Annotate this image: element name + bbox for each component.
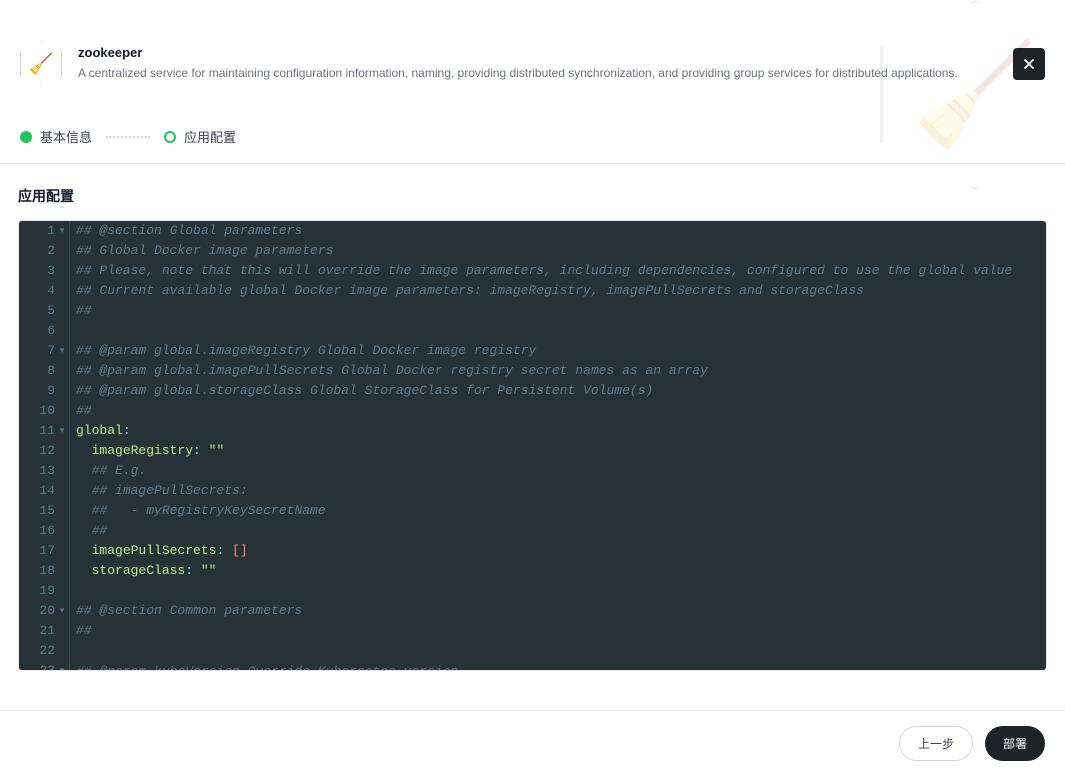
step-dot-outline-icon bbox=[164, 131, 176, 143]
gutter-line: 3 bbox=[27, 261, 67, 281]
gutter-line: 21 bbox=[27, 621, 67, 641]
code-line[interactable]: ## @param global.imagePullSecrets Global… bbox=[76, 361, 1040, 381]
app-description: A centralized service for maintaining co… bbox=[78, 64, 1045, 82]
fold-marker-icon[interactable]: ▾ bbox=[57, 421, 67, 441]
code-line[interactable]: ## - myRegistryKeySecretName bbox=[76, 501, 1040, 521]
gutter-line: 4 bbox=[27, 281, 67, 301]
gutter-line: 6 bbox=[27, 321, 67, 341]
gutter-line: 13 bbox=[27, 461, 67, 481]
step-label: 应用配置 bbox=[184, 127, 236, 146]
code-line[interactable]: imagePullSecrets: [] bbox=[76, 541, 1040, 561]
gutter-line: 5 bbox=[27, 301, 67, 321]
header: 🧹 zookeeper A centralized service for ma… bbox=[0, 0, 1065, 107]
code-line[interactable]: ## bbox=[76, 401, 1040, 421]
yaml-editor[interactable]: 1▾234567▾891011▾121314151617181920▾21222… bbox=[19, 221, 1046, 670]
code-line[interactable]: ## Global Docker image parameters bbox=[76, 241, 1040, 261]
steps-nav: 基本信息 应用配置 bbox=[0, 107, 1065, 164]
code-line[interactable]: ## bbox=[76, 521, 1040, 541]
code-line[interactable]: ## @param kubeVersion Override Kubernete… bbox=[76, 662, 1040, 670]
gutter-line: 22 bbox=[27, 641, 67, 661]
close-icon bbox=[1020, 55, 1038, 73]
gutter-line: 16 bbox=[27, 521, 67, 541]
gutter-line: 14 bbox=[27, 481, 67, 501]
gutter-line: 18 bbox=[27, 561, 67, 581]
step-label: 基本信息 bbox=[40, 127, 92, 146]
step-divider-icon bbox=[106, 136, 150, 138]
code-line[interactable]: imageRegistry: "" bbox=[76, 441, 1040, 461]
code-line[interactable]: ## @section Common parameters bbox=[76, 601, 1040, 621]
gutter-line: 7▾ bbox=[27, 341, 67, 361]
code-line[interactable] bbox=[76, 321, 1040, 341]
fold-marker-icon[interactable]: ▾ bbox=[57, 341, 67, 361]
step-basic-info[interactable]: 基本信息 bbox=[20, 127, 92, 146]
code-line[interactable]: ## imagePullSecrets: bbox=[76, 481, 1040, 501]
code-line[interactable] bbox=[76, 581, 1040, 601]
editor-gutter: 1▾234567▾891011▾121314151617181920▾21222… bbox=[19, 221, 70, 670]
editor-container: 1▾234567▾891011▾121314151617181920▾21222… bbox=[18, 220, 1047, 671]
gutter-line: 17 bbox=[27, 541, 67, 561]
code-line[interactable]: ## @section Global parameters bbox=[76, 221, 1040, 241]
code-line[interactable]: ## bbox=[76, 301, 1040, 321]
gutter-line: 11▾ bbox=[27, 421, 67, 441]
gutter-line: 23▾ bbox=[27, 661, 67, 670]
gutter-line: 20▾ bbox=[27, 601, 67, 621]
code-line[interactable]: ## bbox=[76, 621, 1040, 641]
code-line[interactable]: global: bbox=[76, 421, 1040, 441]
gutter-line: 9 bbox=[27, 381, 67, 401]
gutter-line: 8 bbox=[27, 361, 67, 381]
code-line[interactable]: ## Please, note that this will override … bbox=[76, 261, 1040, 281]
footer: 上一步 部署 bbox=[0, 710, 1065, 776]
fold-marker-icon[interactable]: ▾ bbox=[57, 221, 67, 241]
step-app-config[interactable]: 应用配置 bbox=[164, 127, 236, 146]
app-icon: 🧹 bbox=[20, 41, 62, 87]
gutter-line: 10 bbox=[27, 401, 67, 421]
code-line[interactable]: ## @param global.imageRegistry Global Do… bbox=[76, 341, 1040, 361]
deploy-button[interactable]: 部署 bbox=[985, 726, 1045, 761]
code-line[interactable]: ## @param global.storageClass Global Sto… bbox=[76, 381, 1040, 401]
fold-marker-icon[interactable]: ▾ bbox=[57, 661, 67, 670]
code-line[interactable] bbox=[76, 641, 1040, 661]
section-title: 应用配置 bbox=[0, 164, 1065, 220]
gutter-line: 19 bbox=[27, 581, 67, 601]
code-line[interactable]: storageClass: "" bbox=[76, 561, 1040, 581]
gutter-line: 12 bbox=[27, 441, 67, 461]
code-line[interactable]: ## E.g. bbox=[76, 461, 1040, 481]
prev-button[interactable]: 上一步 bbox=[899, 726, 973, 761]
app-title: zookeeper bbox=[78, 45, 1045, 60]
step-dot-filled-icon bbox=[20, 131, 32, 143]
close-button[interactable] bbox=[1013, 48, 1045, 80]
fold-marker-icon[interactable]: ▾ bbox=[57, 601, 67, 621]
editor-code[interactable]: ## @section Global parameters## Global D… bbox=[70, 221, 1046, 670]
gutter-line: 1▾ bbox=[27, 221, 67, 241]
code-line[interactable]: ## Current available global Docker image… bbox=[76, 281, 1040, 301]
gutter-line: 2 bbox=[27, 241, 67, 261]
gutter-line: 15 bbox=[27, 501, 67, 521]
